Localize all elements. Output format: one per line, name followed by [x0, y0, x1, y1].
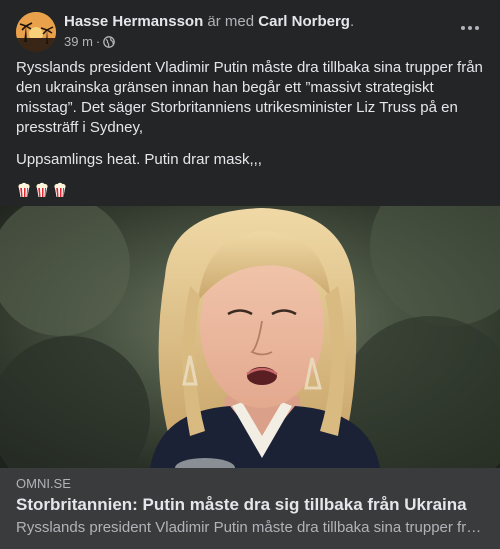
more-options-icon[interactable]	[456, 18, 484, 38]
post-paragraph-2: Uppsamlings heat. Putin drar mask,,,	[16, 151, 262, 168]
link-preview-image[interactable]	[0, 206, 500, 468]
popcorn-icon	[36, 182, 48, 197]
link-preview[interactable]: OMNI.SE Storbritannien: Putin måste dra …	[0, 468, 500, 549]
post-paragraph-1: Rysslands president Vladimir Putin måste…	[16, 59, 483, 136]
popcorn-icon	[54, 182, 66, 197]
link-description: Rysslands president Vladimir Putin måste…	[16, 519, 484, 536]
popcorn-icon	[18, 182, 30, 197]
author-name[interactable]: Hasse Hermansson	[64, 13, 203, 30]
link-title[interactable]: Storbritannien: Putin måste dra sig till…	[16, 494, 486, 516]
globe-icon[interactable]	[103, 36, 116, 48]
post-text: Rysslands president Vladimir Putin måste…	[16, 58, 486, 198]
link-domain: OMNI.SE	[16, 476, 71, 491]
avatar[interactable]	[16, 12, 56, 52]
author-line: Hasse Hermansson är med Carl Norberg.	[64, 12, 354, 32]
meta-separator: ·	[95, 34, 101, 49]
friend-suffix: .	[349, 13, 355, 30]
post-timestamp[interactable]: 39 m	[64, 34, 93, 50]
emoji-row	[16, 182, 486, 198]
tagged-friend-name[interactable]: Carl Norberg	[258, 13, 350, 30]
post-header: Hasse Hermansson är med Carl Norberg. 39…	[16, 12, 484, 56]
facebook-post: Hasse Hermansson är med Carl Norberg. 39…	[0, 0, 500, 549]
post-meta: 39 m ·	[64, 34, 116, 50]
with-text: är med	[207, 13, 255, 30]
